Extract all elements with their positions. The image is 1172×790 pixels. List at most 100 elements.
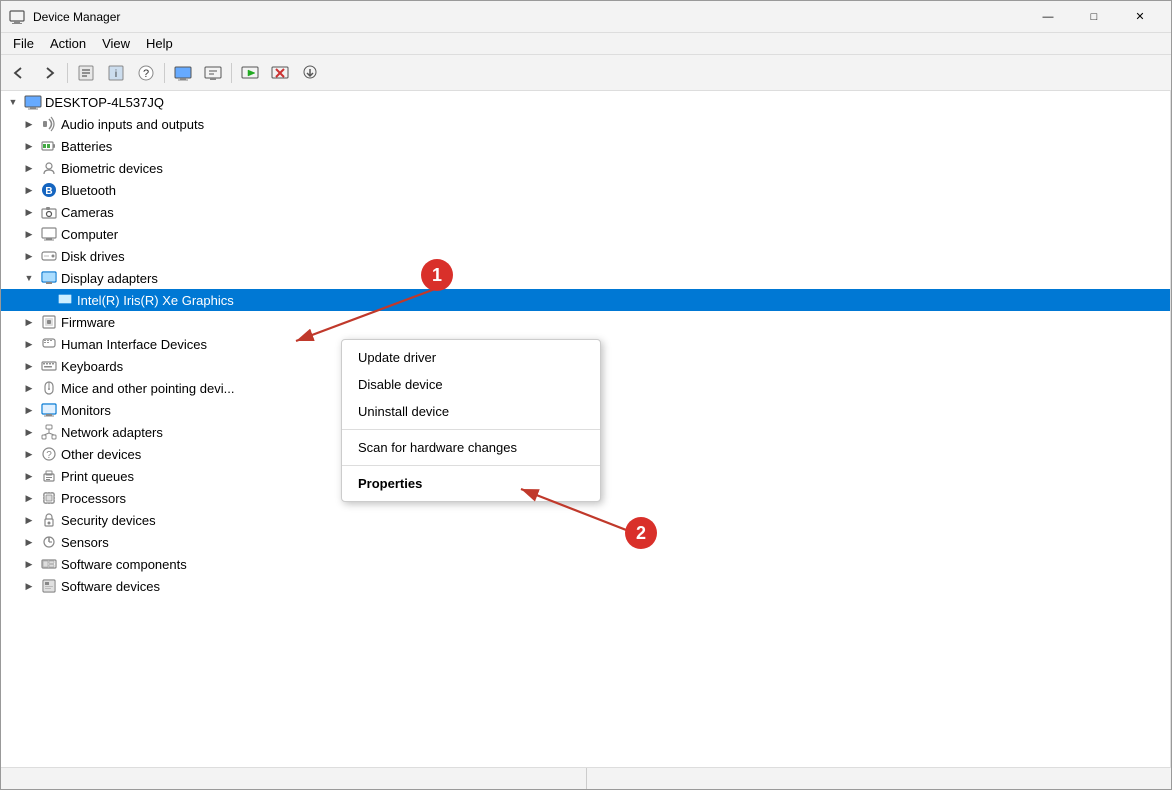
toolbar-separator-3 — [231, 63, 232, 83]
update-driver-toolbar-button[interactable]: i — [102, 59, 130, 87]
maximize-button[interactable]: □ — [1071, 1, 1117, 33]
security-label: Security devices — [61, 514, 156, 527]
display-adapters-label: Display adapters — [61, 272, 158, 285]
status-bar — [1, 767, 1171, 789]
other-icon: ? — [40, 445, 58, 463]
download-driver-button[interactable] — [296, 59, 324, 87]
sw-components-label: Software components — [61, 558, 187, 571]
help-button[interactable]: ? — [132, 59, 160, 87]
toolbar: i ? — [1, 55, 1171, 91]
keyboards-icon — [40, 357, 58, 375]
tree-bluetooth[interactable]: ▶ B Bluetooth — [1, 179, 1170, 201]
sw-components-chevron: ▶ — [21, 556, 37, 572]
toolbar-separator-1 — [67, 63, 68, 83]
print-chevron: ▶ — [21, 468, 37, 484]
biometric-label: Biometric devices — [61, 162, 163, 175]
context-scan-changes[interactable]: Scan for hardware changes — [342, 434, 600, 461]
tree-computer[interactable]: ▶ Computer — [1, 223, 1170, 245]
toolbar-separator-2 — [164, 63, 165, 83]
sw-devices-chevron: ▶ — [21, 578, 37, 594]
content-area: ▼ DESKTOP-4L537JQ ▶ Audio inputs and out… — [1, 91, 1171, 767]
biometric-chevron: ▶ — [21, 160, 37, 176]
monitors-chevron: ▶ — [21, 402, 37, 418]
other-chevron: ▶ — [21, 446, 37, 462]
computer-chevron: ▶ — [21, 226, 37, 242]
title-bar: Device Manager — □ ✕ — [1, 1, 1171, 33]
title-bar-buttons: — □ ✕ — [1025, 1, 1163, 33]
root-icon — [24, 93, 42, 111]
tree-security[interactable]: ▶ Security devices — [1, 509, 1170, 531]
menu-file[interactable]: File — [5, 34, 42, 53]
context-menu: Update driver Disable device Uninstall d… — [341, 339, 601, 502]
firmware-label: Firmware — [61, 316, 115, 329]
tree-display-adapters[interactable]: ▼ Display adapters — [1, 267, 1170, 289]
display-adapters-chevron: ▼ — [21, 270, 37, 286]
context-separator-2 — [342, 465, 600, 466]
intel-graphics-chevron — [37, 292, 53, 308]
tree-audio[interactable]: ▶ Audio inputs and outputs — [1, 113, 1170, 135]
bluetooth-label: Bluetooth — [61, 184, 116, 197]
remove-device-button[interactable] — [266, 59, 294, 87]
tree-root-item[interactable]: ▼ DESKTOP-4L537JQ — [1, 91, 1170, 113]
display-resources-button[interactable] — [199, 59, 227, 87]
intel-graphics-label: Intel(R) Iris(R) Xe Graphics — [77, 294, 234, 307]
intel-graphics-icon — [56, 291, 74, 309]
root-chevron: ▼ — [5, 94, 21, 110]
menu-view[interactable]: View — [94, 34, 138, 53]
annotation-1: 1 — [421, 259, 453, 291]
audio-chevron: ▶ — [21, 116, 37, 132]
tree-sw-components[interactable]: ▶ Software components — [1, 553, 1170, 575]
hid-icon — [40, 335, 58, 353]
menu-action[interactable]: Action — [42, 34, 94, 53]
monitors-icon — [40, 401, 58, 419]
firmware-icon — [40, 313, 58, 331]
back-button[interactable] — [5, 59, 33, 87]
context-properties[interactable]: Properties — [342, 470, 600, 497]
tree-sensors[interactable]: ▶ Sensors — [1, 531, 1170, 553]
scan-changes-button[interactable] — [236, 59, 264, 87]
tree-batteries[interactable]: ▶ Batteries — [1, 135, 1170, 157]
computer-label: Computer — [61, 228, 118, 241]
close-button[interactable]: ✕ — [1117, 1, 1163, 33]
root-label: DESKTOP-4L537JQ — [45, 96, 164, 109]
properties-button[interactable] — [72, 59, 100, 87]
computer-icon — [40, 225, 58, 243]
device-tree-panel[interactable]: ▼ DESKTOP-4L537JQ ▶ Audio inputs and out… — [1, 91, 1171, 767]
sw-devices-icon — [40, 577, 58, 595]
batteries-chevron: ▶ — [21, 138, 37, 154]
device-manager-window: Device Manager — □ ✕ File Action View He… — [0, 0, 1172, 790]
sensors-label: Sensors — [61, 536, 109, 549]
context-separator-1 — [342, 429, 600, 430]
minimize-button[interactable]: — — [1025, 1, 1071, 33]
tree-sw-devices[interactable]: ▶ Software devices — [1, 575, 1170, 597]
print-label: Print queues — [61, 470, 134, 483]
svg-text:?: ? — [46, 450, 52, 461]
display-adapters-icon — [40, 269, 58, 287]
batteries-label: Batteries — [61, 140, 112, 153]
menu-help[interactable]: Help — [138, 34, 181, 53]
context-update-driver[interactable]: Update driver — [342, 344, 600, 371]
processors-chevron: ▶ — [21, 490, 37, 506]
svg-text:i: i — [115, 69, 117, 80]
display-computer-button[interactable] — [169, 59, 197, 87]
context-uninstall-device[interactable]: Uninstall device — [342, 398, 600, 425]
app-icon — [9, 9, 25, 25]
tree-firmware[interactable]: ▶ Firmware — [1, 311, 1170, 333]
cameras-icon — [40, 203, 58, 221]
network-chevron: ▶ — [21, 424, 37, 440]
tree-disk-drives[interactable]: ▶ Disk drives — [1, 245, 1170, 267]
mice-icon — [40, 379, 58, 397]
tree-intel-graphics[interactable]: Intel(R) Iris(R) Xe Graphics — [1, 289, 1170, 311]
cameras-label: Cameras — [61, 206, 114, 219]
forward-button[interactable] — [35, 59, 63, 87]
hid-chevron: ▶ — [21, 336, 37, 352]
keyboards-label: Keyboards — [61, 360, 123, 373]
disk-drives-chevron: ▶ — [21, 248, 37, 264]
svg-text:B: B — [45, 186, 52, 197]
monitors-label: Monitors — [61, 404, 111, 417]
network-icon — [40, 423, 58, 441]
tree-cameras[interactable]: ▶ Cameras — [1, 201, 1170, 223]
status-pane-left — [5, 768, 587, 789]
context-disable-device[interactable]: Disable device — [342, 371, 600, 398]
tree-biometric[interactable]: ▶ Biometric devices — [1, 157, 1170, 179]
